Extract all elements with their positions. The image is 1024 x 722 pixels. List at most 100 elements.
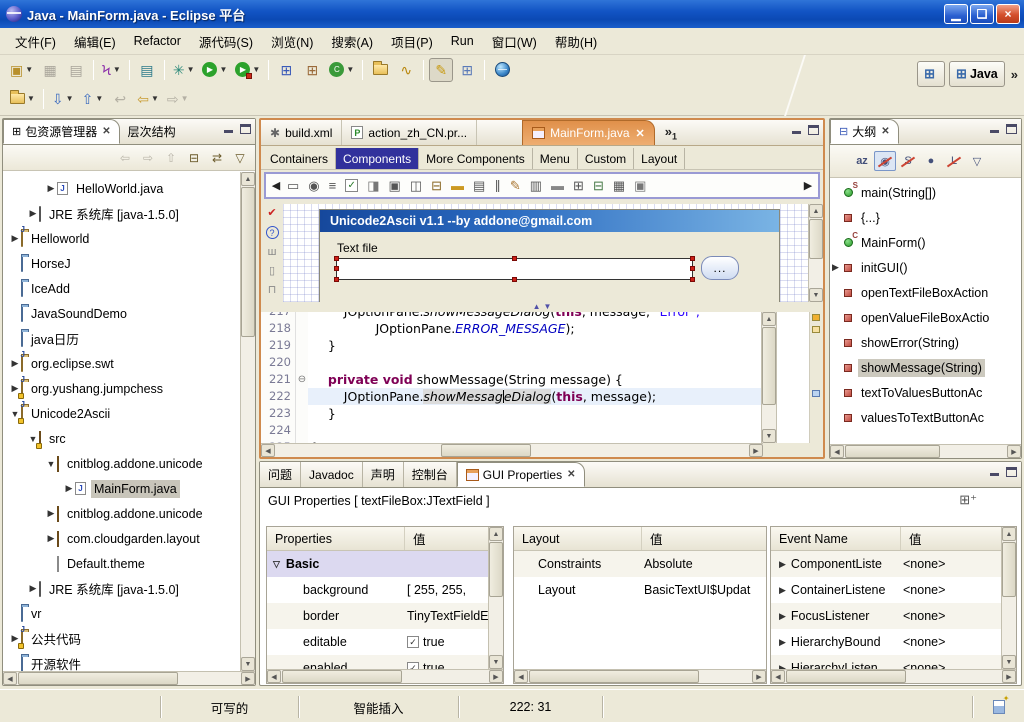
scroll-thumb[interactable] bbox=[282, 670, 402, 683]
designed-form[interactable]: Unicode2Ascii v1.1 --by addone@gmail.com… bbox=[319, 209, 780, 302]
text-area-icon[interactable]: ▦ bbox=[613, 179, 625, 192]
open-perspective-button[interactable]: ⊞ bbox=[917, 61, 945, 87]
text-file-field[interactable] bbox=[336, 258, 693, 280]
scroll-right-icon[interactable]: ▶ bbox=[752, 670, 766, 683]
launch-progress-icon[interactable] bbox=[993, 700, 1005, 714]
layout-row[interactable]: ConstraintsAbsolute bbox=[514, 551, 766, 577]
browse-button[interactable]: ... bbox=[701, 256, 739, 280]
scroll-thumb[interactable] bbox=[241, 187, 255, 337]
tree-expand-icon[interactable]: ▶ bbox=[27, 208, 39, 219]
tree-item[interactable]: ▶JHelloWorld.java bbox=[3, 176, 240, 201]
check-box-icon[interactable]: ✓ bbox=[345, 179, 358, 192]
fold-marker-icon[interactable]: ⊖ bbox=[295, 371, 308, 388]
formatted-text-field-icon[interactable]: ▥ bbox=[530, 179, 542, 192]
table-hscrollbar[interactable]: ◀▶ bbox=[771, 669, 1016, 683]
bottom-tab-gui-properties[interactable]: GUI Properties✕ bbox=[457, 462, 585, 487]
new-wizard-button[interactable]: ▣▼ bbox=[7, 58, 36, 82]
scroll-pane-icon[interactable]: ▣ bbox=[634, 179, 646, 192]
layout-row[interactable]: LayoutBasicTextUI$Updat bbox=[514, 577, 766, 603]
category-expand-icon[interactable]: ▽ bbox=[273, 559, 280, 570]
cell-value[interactable]: Absolute bbox=[642, 557, 766, 571]
scroll-left-icon[interactable]: ◀ bbox=[3, 672, 17, 685]
view-menu-icon[interactable]: ▽ bbox=[229, 148, 251, 168]
code-line[interactable]: 223 } bbox=[261, 405, 763, 422]
tree-item[interactable]: Default.theme bbox=[3, 551, 240, 576]
editor-tab-build-xml[interactable]: ✱build.xml bbox=[261, 120, 342, 145]
menu-item[interactable]: 项目(P) bbox=[382, 28, 442, 55]
palette-tab-custom[interactable]: Custom bbox=[578, 148, 634, 169]
mark-occurrences-button[interactable]: ✎ bbox=[429, 58, 453, 82]
scroll-up-icon[interactable]: ▲ bbox=[241, 172, 255, 186]
palette-tab-containers[interactable]: Containers bbox=[263, 148, 336, 169]
editor-hscrollbar[interactable]: ◀ ▶ bbox=[261, 443, 763, 457]
outline-item[interactable]: valuesToTextButtonAc bbox=[830, 405, 1021, 430]
scroll-up-icon[interactable]: ▲ bbox=[762, 312, 776, 326]
scroll-thumb[interactable] bbox=[809, 219, 823, 259]
menu-item[interactable]: 编辑(E) bbox=[65, 28, 125, 55]
event-row[interactable]: ▶FocusListener<none> bbox=[771, 603, 1016, 629]
maximize-view-icon[interactable] bbox=[1006, 124, 1017, 134]
row-expand-icon[interactable]: ▶ bbox=[779, 559, 786, 570]
tree-item[interactable]: ▼cnitblog.addone.unicode bbox=[3, 451, 240, 476]
tree-item[interactable]: ▶公共代码 bbox=[3, 626, 240, 651]
table-hscrollbar[interactable]: ◀▶ bbox=[514, 669, 766, 683]
close-view-icon[interactable]: ✕ bbox=[102, 126, 110, 137]
combo-box-icon[interactable]: ◫ bbox=[410, 179, 422, 192]
sort-icon[interactable]: az bbox=[851, 151, 873, 171]
slider-icon[interactable]: ⊟ bbox=[431, 179, 442, 192]
maximize-button[interactable]: ❑ bbox=[970, 4, 994, 24]
run-button[interactable]: ▶▼ bbox=[199, 58, 230, 82]
code-line[interactable]: 222 JOptionPane.showMessageDialog(this, … bbox=[261, 388, 763, 405]
tree-expand-icon[interactable]: ▶ bbox=[45, 183, 57, 194]
open-type-button[interactable]: ▤ bbox=[135, 58, 159, 82]
scroll-down-icon[interactable]: ▼ bbox=[762, 429, 776, 443]
table-vscrollbar[interactable]: ▲▼ bbox=[1001, 527, 1016, 669]
column-header[interactable]: Layout bbox=[514, 527, 642, 550]
close-editor-icon[interactable]: ✕ bbox=[636, 127, 645, 140]
code-line[interactable]: 221⊖ private void showMessage(String mes… bbox=[261, 371, 763, 388]
palette-tab-components[interactable]: Components bbox=[336, 148, 419, 169]
scroll-left-icon[interactable]: ◀ bbox=[771, 670, 785, 683]
progress-bar-icon[interactable]: ▬ bbox=[451, 179, 464, 192]
row-expand-icon[interactable]: ▶ bbox=[779, 611, 786, 622]
scroll-down-icon[interactable]: ▼ bbox=[241, 657, 255, 671]
row-expand-icon[interactable]: ▶ bbox=[779, 637, 786, 648]
dropdown-arrow-icon[interactable]: ▼ bbox=[66, 94, 74, 103]
tree-item[interactable]: ▶cnitblog.addone.unicode bbox=[3, 501, 240, 526]
annotation-marker[interactable] bbox=[812, 314, 820, 321]
table-hscrollbar[interactable]: ◀▶ bbox=[267, 669, 503, 683]
editor-vscrollbar[interactable]: ▲ ▼ bbox=[761, 312, 777, 443]
close-view-icon[interactable]: ✕ bbox=[881, 126, 889, 137]
form-text-file-label[interactable]: Text file bbox=[337, 241, 378, 255]
selection-handle[interactable] bbox=[334, 277, 339, 282]
tree-expand-icon[interactable]: ▶ bbox=[9, 358, 21, 369]
column-header[interactable]: Event Name bbox=[771, 527, 901, 550]
checkbox-icon[interactable]: ✓ bbox=[407, 636, 419, 648]
selection-handle[interactable] bbox=[690, 256, 695, 261]
scroll-left-icon[interactable]: ◀ bbox=[267, 670, 281, 683]
align-middle-icon[interactable]: ▯ bbox=[269, 265, 275, 277]
editor-sash[interactable]: ▲▼ bbox=[261, 302, 823, 312]
hide-static-icon[interactable]: S bbox=[897, 151, 919, 171]
tree-item[interactable]: ▼src bbox=[3, 426, 240, 451]
new-java-application-button[interactable]: ⊞ bbox=[274, 58, 298, 82]
tree-item[interactable]: ▶JMainForm.java bbox=[3, 476, 240, 501]
tree-item[interactable]: ▶JRE 系统库 [java-1.5.0] bbox=[3, 201, 240, 226]
outline-item[interactable]: openValueFileBoxActio bbox=[830, 305, 1021, 330]
grid-options-icon[interactable]: ⊞⁺ bbox=[959, 492, 977, 508]
outline-item[interactable]: showMessage(String) bbox=[830, 355, 1021, 380]
menu-item[interactable]: 帮助(H) bbox=[546, 28, 606, 55]
tree-item[interactable]: ▼Unicode2Ascii bbox=[3, 401, 240, 426]
split-pane-icon[interactable]: ∥ bbox=[494, 179, 501, 192]
minimize-view-icon[interactable] bbox=[223, 124, 234, 134]
tree-item[interactable]: ▶Helloworld bbox=[3, 226, 240, 251]
cell-value[interactable]: <none> bbox=[901, 635, 1016, 649]
palette-tab-more-components[interactable]: More Components bbox=[419, 148, 533, 169]
scroll-left-icon[interactable]: ◀ bbox=[830, 445, 844, 458]
dropdown-arrow-icon[interactable]: ▼ bbox=[181, 94, 189, 103]
scroll-thumb[interactable] bbox=[845, 445, 940, 458]
toggle-button-icon[interactable]: ◨ bbox=[367, 179, 379, 192]
button-icon[interactable]: ▭ bbox=[287, 179, 299, 192]
overview-ruler[interactable] bbox=[809, 312, 823, 443]
scroll-thumb[interactable] bbox=[1002, 542, 1016, 597]
